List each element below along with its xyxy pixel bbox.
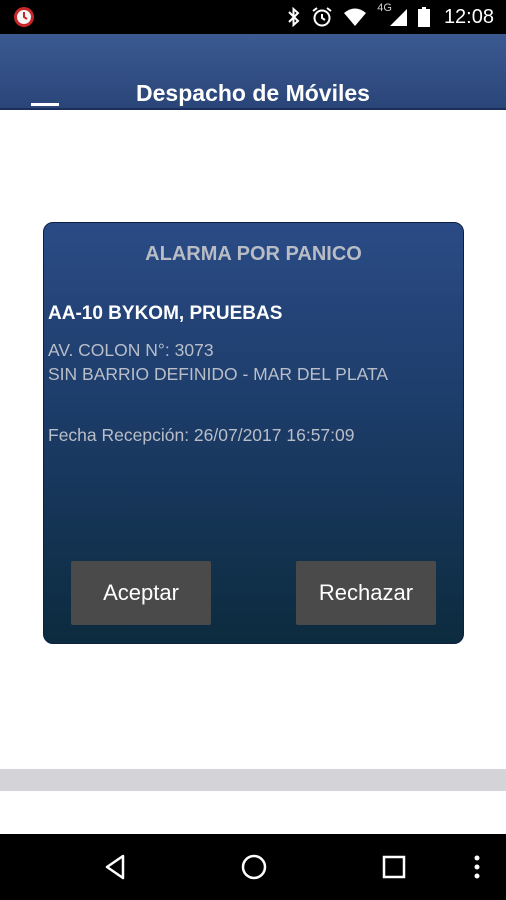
bottom-divider: [0, 769, 506, 791]
app-bar: Despacho de Móviles: [0, 34, 506, 110]
address-text: AV. COLON N°: 3073: [48, 340, 214, 360]
mobile-unit-name: AA-10 BYKOM, PRUEBAS: [48, 303, 283, 324]
page-title: Despacho de Móviles: [136, 80, 370, 106]
recent-apps-icon[interactable]: [369, 834, 419, 900]
back-icon[interactable]: [90, 834, 140, 900]
reception-date-text: Fecha Recepción: 26/07/2017 16:57:09: [48, 425, 355, 445]
alarm-clock-icon: [311, 6, 333, 28]
home-icon[interactable]: [229, 834, 279, 900]
status-bar: 4G 12:08: [0, 0, 506, 34]
network-type-label: 4G: [377, 2, 392, 14]
app-alarm-icon: [12, 5, 36, 29]
neighborhood-text: SIN BARRIO DEFINIDO - MAR DEL PLATA: [48, 364, 389, 384]
battery-icon: [417, 7, 430, 27]
overflow-menu-icon[interactable]: [462, 834, 492, 900]
status-icons: 4G 12:08: [287, 0, 494, 34]
status-time: 12:08: [443, 5, 494, 28]
system-nav-bar: [0, 834, 506, 900]
alarm-dialog: ALARMA POR PANICO AA-10 BYKOM, PRUEBAS A…: [43, 222, 464, 644]
wifi-icon: [343, 7, 367, 27]
dialog-title: ALARMA POR PANICO: [145, 243, 362, 265]
reject-button[interactable]: Rechazar: [296, 561, 436, 625]
bluetooth-icon: [287, 7, 301, 27]
accept-button[interactable]: Aceptar: [71, 561, 211, 625]
